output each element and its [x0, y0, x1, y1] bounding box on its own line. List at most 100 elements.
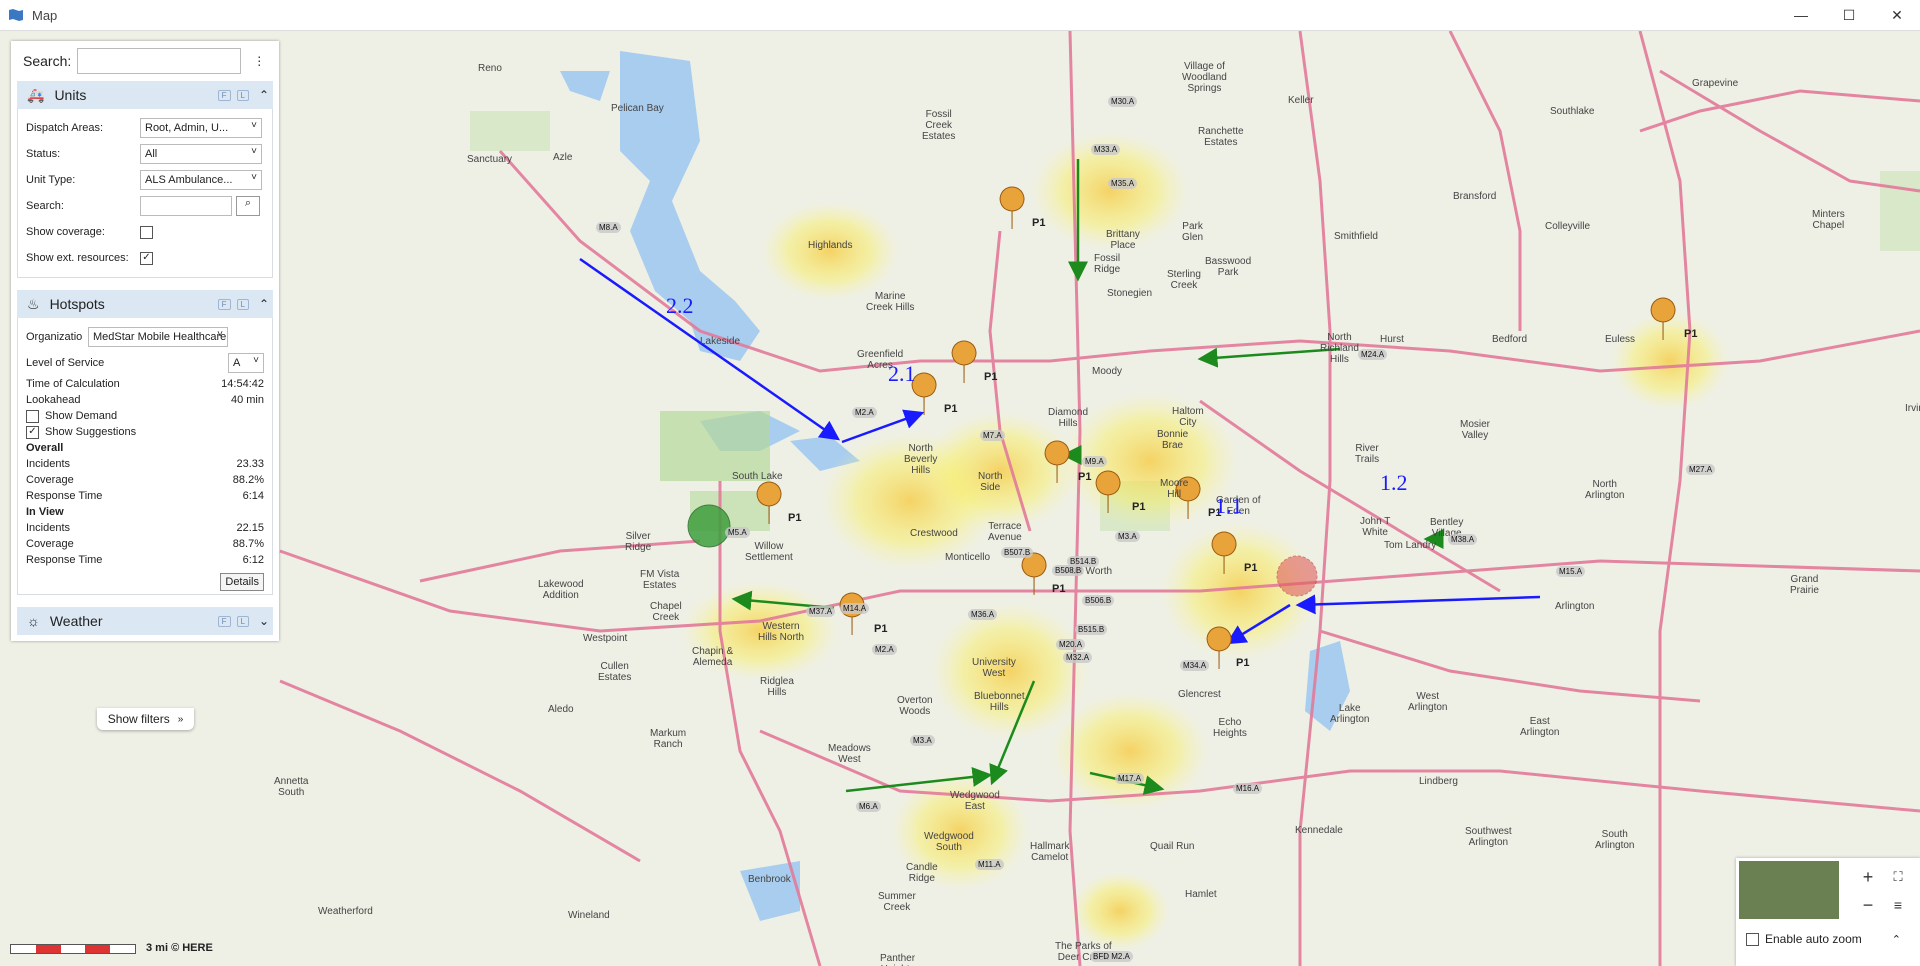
- unit-marker[interactable]: M36.A: [968, 609, 998, 620]
- unit-marker[interactable]: M27.A: [1686, 464, 1716, 475]
- unit-marker[interactable]: M16.A: [1233, 783, 1263, 794]
- unit-marker[interactable]: M17.A: [1115, 773, 1145, 784]
- inview-coverage-value: 88.7%: [232, 538, 264, 550]
- menu-icon[interactable]: ≡: [1886, 894, 1910, 916]
- unit-marker[interactable]: B515.B: [1075, 624, 1108, 635]
- place-label: South Arlington: [1595, 829, 1635, 851]
- close-button[interactable]: ✕: [1874, 0, 1920, 30]
- unit-marker[interactable]: M9.A: [1082, 456, 1107, 467]
- units-filter-tag[interactable]: F: [217, 89, 231, 101]
- p1-label[interactable]: P1: [944, 403, 957, 415]
- unit-marker[interactable]: M8.A: [596, 222, 621, 233]
- show-suggestions-checkbox[interactable]: ✓: [26, 425, 39, 439]
- auto-zoom-checkbox[interactable]: [1746, 932, 1759, 946]
- unit-marker[interactable]: M33.A: [1091, 144, 1121, 155]
- hotspots-layer-tag[interactable]: L: [236, 298, 249, 310]
- weather-layer-tag[interactable]: L: [236, 615, 249, 627]
- expand-icon[interactable]: ⌄: [255, 614, 273, 628]
- inview-incidents-label: Incidents: [26, 522, 71, 534]
- unit-marker[interactable]: M24.A: [1358, 349, 1388, 360]
- p1-label[interactable]: P1: [1684, 328, 1697, 340]
- show-demand-checkbox[interactable]: [26, 409, 39, 423]
- p1-label[interactable]: P1: [1132, 501, 1145, 513]
- p1-label[interactable]: P1: [1078, 471, 1091, 483]
- p1-label[interactable]: P1: [874, 623, 887, 635]
- weather-filter-tag[interactable]: F: [217, 615, 231, 627]
- ambulance-icon: 🚑: [27, 86, 45, 103]
- double-chevron-up-icon[interactable]: ⌃: [1892, 933, 1901, 946]
- zoom-in-button[interactable]: +: [1856, 866, 1880, 888]
- unit-marker[interactable]: B506.B: [1082, 595, 1115, 606]
- place-label: Sanctuary: [467, 154, 513, 165]
- unit-marker[interactable]: B507.B: [1001, 547, 1034, 558]
- unit-marker[interactable]: M38.A: [1448, 534, 1478, 545]
- unit-marker[interactable]: B508.B: [1052, 565, 1085, 576]
- show-ext-checkbox[interactable]: ✓: [140, 251, 153, 265]
- unit-marker[interactable]: M7.A: [980, 430, 1005, 441]
- place-label: Chapel Creek: [650, 601, 682, 623]
- status-label: Status:: [26, 148, 61, 160]
- unit-type-select[interactable]: ALS Ambulance...: [140, 170, 262, 190]
- overall-coverage-label: Coverage: [26, 474, 74, 486]
- unit-marker[interactable]: M6.A: [856, 801, 881, 812]
- weather-section-header[interactable]: ☼ Weather F L ⌄: [17, 607, 273, 635]
- details-button[interactable]: Details: [220, 573, 264, 591]
- search-icon[interactable]: ⌕: [236, 196, 260, 216]
- units-section-header[interactable]: 🚑 Units F L ⌃: [17, 81, 273, 109]
- p1-label[interactable]: P1: [1236, 657, 1249, 669]
- show-filters-button[interactable]: Show filters »: [97, 708, 194, 730]
- satellite-thumbnail[interactable]: [1739, 861, 1839, 919]
- place-label: South Lake: [732, 471, 783, 482]
- overall-heading: Overall: [26, 442, 64, 454]
- unit-search-input[interactable]: [140, 196, 232, 216]
- unit-marker[interactable]: M11.A: [975, 859, 1004, 870]
- unit-marker[interactable]: M35.A: [1108, 178, 1138, 189]
- hotspots-section-header[interactable]: ♨ Hotspots F L ⌃: [17, 290, 273, 318]
- window-title: Map: [32, 7, 58, 23]
- p1-label[interactable]: P1: [1244, 562, 1257, 574]
- unit-marker[interactable]: M3.A: [910, 735, 935, 746]
- unit-marker[interactable]: M14.A: [840, 603, 870, 614]
- unit-marker[interactable]: M5.A: [725, 527, 750, 538]
- units-layer-tag[interactable]: L: [236, 89, 249, 101]
- collapse-icon[interactable]: ⌃: [255, 88, 273, 102]
- place-label: Southlake: [1550, 106, 1595, 117]
- units-title: Units: [54, 87, 87, 103]
- maximize-button[interactable]: ☐: [1826, 0, 1872, 30]
- show-coverage-checkbox[interactable]: [140, 225, 153, 239]
- unit-marker[interactable]: BFD M2.A: [1090, 951, 1133, 962]
- unit-marker[interactable]: M37.A: [806, 606, 836, 617]
- zoom-out-button[interactable]: −: [1856, 894, 1880, 916]
- place-label: Haltom City: [1172, 406, 1204, 428]
- place-label: Bransford: [1453, 191, 1497, 202]
- p1-label[interactable]: P1: [1052, 583, 1065, 595]
- fullscreen-icon[interactable]: ⛶: [1886, 866, 1910, 888]
- organization-select[interactable]: MedStar Mobile Healthcare: [88, 327, 228, 347]
- unit-search-label: Search:: [26, 200, 64, 212]
- p1-label[interactable]: P1: [984, 371, 997, 383]
- more-options-icon[interactable]: ⋮: [253, 54, 265, 68]
- los-select[interactable]: A: [228, 353, 264, 373]
- status-select[interactable]: All: [140, 144, 262, 164]
- scale-bar: [10, 944, 136, 954]
- place-label: Lake Arlington: [1330, 703, 1370, 725]
- unit-marker[interactable]: M2.A: [852, 407, 877, 418]
- p1-label[interactable]: P1: [1032, 217, 1045, 229]
- hotspots-filter-tag[interactable]: F: [217, 298, 231, 310]
- place-label: Moody: [1092, 366, 1123, 377]
- unit-marker[interactable]: M34.A: [1180, 660, 1210, 671]
- collapse-icon[interactable]: ⌃: [255, 297, 273, 311]
- toc-label: Time of Calculation: [26, 378, 120, 390]
- unit-marker[interactable]: M20.A: [1056, 639, 1086, 650]
- unit-marker[interactable]: M15.A: [1556, 566, 1586, 577]
- unit-marker[interactable]: M3.A: [1115, 531, 1140, 542]
- unit-marker[interactable]: M32.A: [1063, 652, 1093, 663]
- p1-label[interactable]: P1: [788, 512, 801, 524]
- panel-search-input[interactable]: [77, 48, 242, 74]
- unit-marker[interactable]: M2.A: [872, 644, 897, 655]
- map-canvas[interactable]: Reno Sanctuary Pelican Bay Azle Lakeside High…: [0, 31, 1920, 966]
- dispatch-areas-select[interactable]: Root, Admin, U...: [140, 118, 262, 138]
- unit-marker[interactable]: M30.A: [1108, 96, 1138, 107]
- place-label: Euless: [1605, 334, 1636, 345]
- minimize-button[interactable]: —: [1778, 0, 1824, 30]
